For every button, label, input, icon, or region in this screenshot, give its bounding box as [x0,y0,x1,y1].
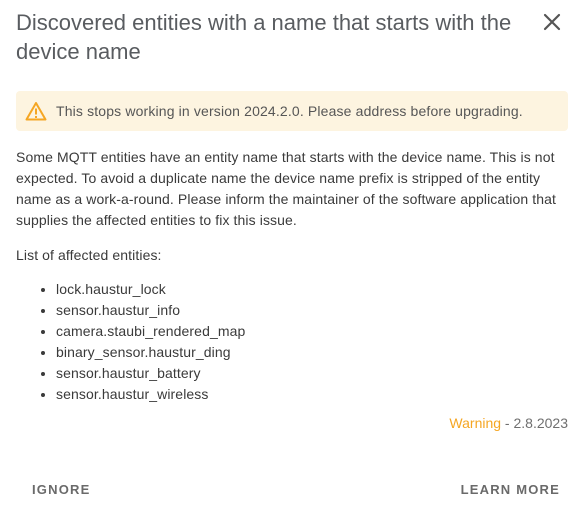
warning-triangle-icon [25,100,47,122]
issue-date: 2.8.2023 [513,415,569,431]
repair-dialog: Discovered entities with a name that sta… [0,0,581,513]
issue-description: Some MQTT entities have an entity name t… [16,149,557,228]
list-item: sensor.haustur_battery [56,363,245,384]
list-item: camera.staubi_rendered_map [56,321,245,342]
ignore-button[interactable]: IGNORE [32,478,90,502]
alert-message: This stops working in version 2024.2.0. … [56,103,523,119]
affected-entities-heading: List of affected entities: [16,247,162,263]
list-item: sensor.haustur_info [56,300,245,321]
learn-more-button[interactable]: LEARN MORE [461,478,560,502]
list-item: binary_sensor.haustur_ding [56,342,245,363]
dialog-title: Discovered entities with a name that sta… [16,10,512,64]
list-item: sensor.haustur_wireless [56,384,245,405]
warning-alert: This stops working in version 2024.2.0. … [16,91,568,131]
meta-separator: - [501,415,514,431]
close-button[interactable] [536,8,568,40]
list-item: lock.haustur_lock [56,279,245,300]
affected-entities-list: lock.haustur_lock sensor.haustur_info ca… [16,279,245,405]
close-icon [543,13,561,36]
severity-label: Warning [449,415,502,431]
issue-meta: Warning - 2.8.2023 [449,413,568,434]
